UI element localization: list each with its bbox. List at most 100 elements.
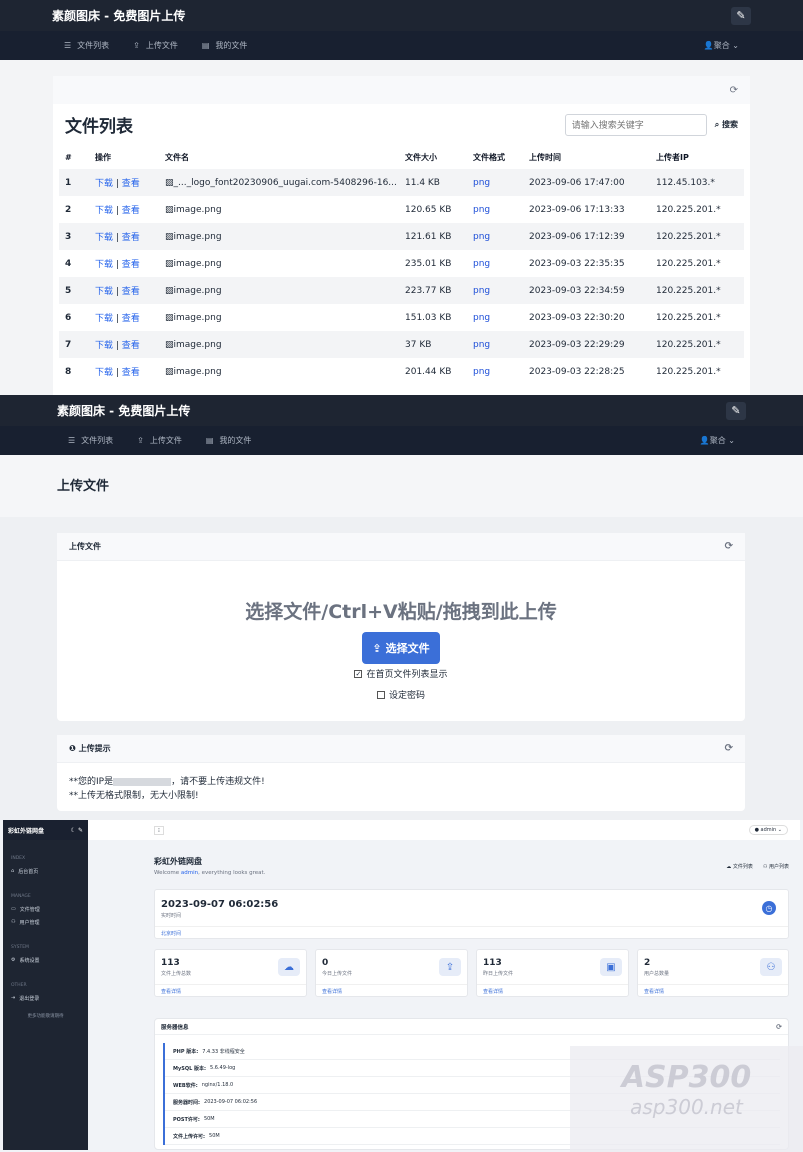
top-bar: 素颜图床 - 免费图片上传 ✎: [0, 395, 803, 426]
file-name[interactable]: ▨image.png: [159, 277, 399, 304]
file-name[interactable]: ▨image.png: [159, 331, 399, 358]
stat-details-link[interactable]: 查看详情: [477, 984, 628, 996]
uploader-ip: 120.225.201.*: [656, 204, 721, 215]
menu-toggle-icon[interactable]: ⁝: [154, 825, 164, 835]
download-link[interactable]: 下载: [95, 341, 113, 351]
file-name[interactable]: ▨image.png: [159, 304, 399, 331]
list-icon: ☰: [64, 41, 72, 50]
nav-upload[interactable]: ⇪ 上传文件: [137, 435, 182, 446]
view-link[interactable]: 查看: [122, 341, 140, 351]
nav-my-files[interactable]: ▤ 我的文件: [202, 40, 248, 51]
table-header: # 操作 文件名 文件大小 文件格式 上传时间 上传者IP: [65, 153, 689, 162]
sidebar-item-settings[interactable]: ⚙ 系统设置: [3, 954, 88, 967]
refresh-icon[interactable]: ⟳: [776, 1023, 782, 1031]
search-button[interactable]: ⌕ 搜索: [715, 119, 738, 130]
admin-brand[interactable]: 彩虹外链网盘: [8, 826, 44, 835]
file-size: 11.4 KB: [399, 169, 467, 196]
users-icon: ⚇: [11, 919, 16, 925]
upload-time: 2023-09-06 17:13:33: [529, 204, 625, 215]
link-files[interactable]: ☁ 文件列表: [726, 863, 753, 870]
file-format: png: [473, 204, 491, 215]
tip-limit: **上传无格式限制，无大小限制!: [69, 791, 199, 801]
nav-file-list[interactable]: ☰ 文件列表: [68, 435, 113, 446]
view-link[interactable]: 查看: [122, 314, 140, 324]
file-format: png: [467, 169, 523, 196]
site-brand[interactable]: 素颜图床 - 免费图片上传: [57, 402, 190, 419]
cloud-icon: ☁: [278, 958, 300, 976]
view-link[interactable]: 查看: [122, 260, 140, 270]
view-link[interactable]: 查看: [122, 179, 140, 189]
clock-card: 2023-09-07 06:02:56 实时时间 ◷ 北京时间: [154, 889, 789, 939]
admin-title: 彩虹外链网盘: [154, 857, 202, 866]
file-size: 235.01 KB: [405, 258, 452, 269]
search-input[interactable]: [564, 113, 707, 136]
table-row: 6 下载 | 查看 ▨image.png 151.03 KB png 2023-09-03…: [59, 304, 744, 331]
file-name[interactable]: ▨image.png: [159, 250, 399, 277]
file-name[interactable]: ▨image.png: [159, 196, 399, 223]
view-link[interactable]: 查看: [122, 287, 140, 297]
watermark: ASP300 asp300.net: [570, 1046, 803, 1152]
checkbox-checked-icon[interactable]: ✓: [354, 669, 363, 678]
download-link[interactable]: 下载: [95, 206, 113, 216]
file-list-screen: 素颜图床 - 免费图片上传 ✎ ☰ 文件列表 ⇪ 上传文件 ▤ 我的文件 👤聚合 ⌄ …: [0, 0, 803, 395]
sidebar-item-home[interactable]: ⌂ 后台首页: [3, 865, 88, 878]
file-name[interactable]: ▨image.png: [159, 223, 399, 250]
link-users[interactable]: ⚇ 用户列表: [763, 863, 789, 870]
file-format: png: [473, 258, 491, 269]
nav-file-list[interactable]: ☰ 文件列表: [64, 40, 109, 51]
tips-card-header: ❶ 上传提示 ⟳: [57, 735, 745, 763]
download-link[interactable]: 下载: [95, 179, 113, 189]
show-on-home-checkbox[interactable]: ✓ 在首页文件列表显示: [57, 667, 745, 680]
uploader-ip: 120.225.201.*: [656, 366, 721, 377]
cloud-upload-icon: ⇪: [439, 958, 461, 976]
uploader-ip: 120.225.201.*: [650, 223, 744, 250]
sidebar-item-files[interactable]: ▭ 文件管理: [3, 903, 88, 916]
file-size: 151.03 KB: [405, 312, 452, 323]
refresh-icon[interactable]: ⟳: [730, 85, 738, 96]
sidebar-item-users[interactable]: ⚇ 用户管理: [3, 916, 88, 929]
checkbox-icon[interactable]: [376, 690, 385, 699]
upload-card-header: 上传文件 ⟳: [57, 533, 745, 561]
view-link[interactable]: 查看: [122, 206, 140, 216]
user-menu[interactable]: 👤聚合 ⌄: [704, 40, 739, 51]
uploader-ip: 120.225.201.*: [656, 258, 721, 269]
page-title: 上传文件: [57, 479, 110, 494]
download-link[interactable]: 下载: [95, 314, 113, 324]
table-row: 5 下载 | 查看 ▨image.png 223.77 KB png 2023-09-03…: [59, 277, 744, 304]
stat-details-link[interactable]: 查看详情: [155, 984, 306, 996]
site-brand[interactable]: 素颜图床 - 免费图片上传: [52, 7, 185, 24]
select-file-button[interactable]: ⇪ 选择文件: [362, 632, 440, 664]
download-link[interactable]: 下载: [95, 287, 113, 297]
users-icon: ⚇: [760, 958, 782, 976]
file-name[interactable]: ▨image.png: [159, 358, 399, 385]
brush-icon[interactable]: ✎: [78, 827, 83, 834]
admin-user-menu[interactable]: ● admin ⌄: [748, 825, 788, 835]
moon-icon[interactable]: ☾: [71, 827, 76, 834]
logout-icon: ⇥: [11, 995, 16, 1001]
download-link[interactable]: 下载: [95, 260, 113, 270]
upload-time: 2023-09-03 22:30:20: [529, 312, 625, 323]
uploader-ip: 120.225.201.*: [650, 277, 744, 304]
file-name[interactable]: ▨_..._logo_font20230906_uugai.com-540829…: [159, 169, 399, 196]
download-link[interactable]: 下载: [95, 368, 113, 378]
file-icon: ▤: [205, 436, 214, 445]
stat-details-link[interactable]: 查看详情: [638, 984, 788, 996]
upload-time: 2023-09-03 22:35:35: [529, 258, 625, 269]
nav-upload[interactable]: ⇪ 上传文件: [133, 40, 178, 51]
stat-details-link[interactable]: 查看详情: [316, 984, 467, 996]
download-link[interactable]: 下载: [95, 233, 113, 243]
upload-time: 2023-09-03 22:34:59: [523, 277, 650, 304]
theme-brush-icon[interactable]: ✎: [726, 401, 746, 420]
view-link[interactable]: 查看: [122, 368, 140, 378]
set-password-checkbox[interactable]: 设定密码: [57, 688, 745, 701]
row-number: 7: [59, 331, 89, 358]
theme-brush-icon[interactable]: ✎: [731, 6, 751, 25]
sidebar-item-logout[interactable]: ⇥ 退出登录: [3, 992, 88, 1005]
drop-zone[interactable]: 选择文件/Ctrl+V粘贴/拖拽到此上传 ⇪ 选择文件 ✓ 在首页文件列表显示 设定…: [57, 561, 745, 701]
view-link[interactable]: 查看: [122, 233, 140, 243]
user-menu[interactable]: 👤聚合 ⌄: [700, 435, 735, 446]
refresh-icon[interactable]: ⟳: [725, 743, 733, 754]
file-format: png: [467, 331, 523, 358]
nav-my-files[interactable]: ▤ 我的文件: [206, 435, 252, 446]
refresh-icon[interactable]: ⟳: [725, 541, 733, 552]
